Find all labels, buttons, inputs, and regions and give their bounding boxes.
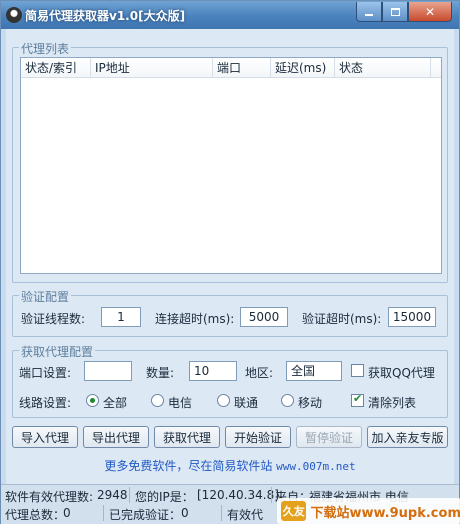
promo-site-url[interactable]: www.007m.net <box>276 460 355 473</box>
fetch-config-group-title: 获取代理配置 <box>19 343 96 360</box>
watermark-text: 下载站www.9upk.com <box>310 505 460 521</box>
verify-timeout-label: 验证超时(ms): <box>302 312 382 326</box>
proxy-list-view[interactable]: 状态/索引 IP地址 端口 延迟(ms) 状态 <box>20 57 442 274</box>
window-title: 简易代理获取器v1.0[大众版] <box>25 9 186 23</box>
line-radio-all[interactable] <box>86 394 99 407</box>
line-radio-unicom[interactable] <box>217 394 230 407</box>
line-option-all-label[interactable]: 全部 <box>103 394 127 411</box>
verified-done-label: 已完成验证： <box>109 508 182 522</box>
proxy-list-group: 代理列表 状态/索引 IP地址 端口 延迟(ms) 状态 <box>12 40 448 283</box>
valid-proxy-count-label: 软件有效代理数: <box>5 490 94 504</box>
client-area: 代理列表 状态/索引 IP地址 端口 延迟(ms) 状态 验证配置 验证线程数:… <box>6 29 454 484</box>
import-proxy-button[interactable]: 导入代理 <box>12 426 78 448</box>
line-radio-mobile[interactable] <box>281 394 294 407</box>
maximize-button[interactable] <box>382 2 408 22</box>
connect-timeout-label: 连接超时(ms): <box>155 312 235 326</box>
column-latency[interactable]: 延迟(ms) <box>271 58 335 78</box>
valid-label: 有效代 <box>227 508 264 522</box>
app-logo-icon <box>6 7 22 23</box>
connect-timeout-input[interactable]: 5000 <box>240 307 288 327</box>
valid-proxy-count-value: 2948 <box>97 488 128 502</box>
total-proxy-value: 0 <box>63 506 71 520</box>
line-radio-telecom[interactable] <box>151 394 164 407</box>
verify-timeout-input[interactable]: 15000 <box>388 307 436 327</box>
minimize-icon <box>365 13 373 16</box>
minimize-button[interactable] <box>356 2 382 22</box>
status-separator <box>221 505 222 521</box>
qq-proxy-checkbox[interactable] <box>351 364 364 377</box>
verify-config-group: 验证配置 验证线程数: 1 连接超时(ms): 5000 验证超时(ms): 1… <box>12 288 448 337</box>
export-proxy-button[interactable]: 导出代理 <box>83 426 149 448</box>
fetch-proxy-button[interactable]: 获取代理 <box>154 426 220 448</box>
watermark-logo-icon: 久友 <box>281 501 307 521</box>
region-label: 地区: <box>245 366 274 380</box>
start-verify-button[interactable]: 开始验证 <box>225 426 291 448</box>
main-window: 简易代理获取器v1.0[大众版] ✕ 代理列表 状态/索引 IP地址 端口 延迟… <box>0 0 460 524</box>
join-qq-group-button[interactable]: 加入亲友专版 <box>367 426 448 448</box>
line-option-unicom-label[interactable]: 联通 <box>234 394 258 411</box>
status-separator <box>271 487 272 503</box>
verified-done-value: 0 <box>181 506 189 520</box>
verify-config-group-title: 验证配置 <box>19 288 72 305</box>
port-setting-input[interactable] <box>84 361 132 381</box>
proxy-list-header: 状态/索引 IP地址 端口 延迟(ms) 状态 <box>21 58 441 78</box>
proxy-list-group-title: 代理列表 <box>19 40 72 57</box>
your-ip-value: [120.40.34.8] <box>197 488 279 502</box>
verify-threads-input[interactable]: 1 <box>101 307 141 327</box>
maximize-icon <box>390 7 400 16</box>
line-option-telecom-label[interactable]: 电信 <box>168 394 192 411</box>
verify-threads-label: 验证线程数: <box>21 312 86 326</box>
close-icon: ✕ <box>424 4 436 19</box>
column-ip-address[interactable]: IP地址 <box>91 58 213 78</box>
site-watermark: 久友 下载站www.9upk.com <box>277 498 460 524</box>
region-input[interactable]: 全国 <box>286 361 342 381</box>
your-ip-label: 您的IP是： <box>135 490 194 504</box>
clear-list-label[interactable]: 清除列表 <box>368 394 416 411</box>
status-separator <box>129 487 130 503</box>
pause-verify-button[interactable]: 暂停验证 <box>296 426 362 448</box>
column-status[interactable]: 状态 <box>335 58 431 78</box>
promo-link[interactable]: 更多免费软件，尽在简易软件站 www.007m.net <box>6 457 454 474</box>
line-setting-label: 线路设置: <box>19 396 72 410</box>
close-button[interactable]: ✕ <box>408 2 452 22</box>
column-status-index[interactable]: 状态/索引 <box>21 58 91 78</box>
count-label: 数量: <box>146 366 175 380</box>
status-separator <box>103 505 104 521</box>
count-input[interactable]: 10 <box>189 361 237 381</box>
qq-proxy-label[interactable]: 获取QQ代理 <box>368 364 435 381</box>
promo-text[interactable]: 更多免费软件，尽在简易软件站 <box>104 459 272 473</box>
port-setting-label: 端口设置: <box>19 366 72 380</box>
title-bar[interactable]: 简易代理获取器v1.0[大众版] ✕ <box>1 1 459 29</box>
line-option-mobile-label[interactable]: 移动 <box>298 394 322 411</box>
total-proxy-label: 代理总数： <box>5 508 66 522</box>
column-port[interactable]: 端口 <box>213 58 271 78</box>
clear-list-checkbox[interactable] <box>351 392 364 407</box>
fetch-config-group: 获取代理配置 端口设置: 数量: 10 地区: 全国 获取QQ代理 线路设置: … <box>12 343 448 418</box>
